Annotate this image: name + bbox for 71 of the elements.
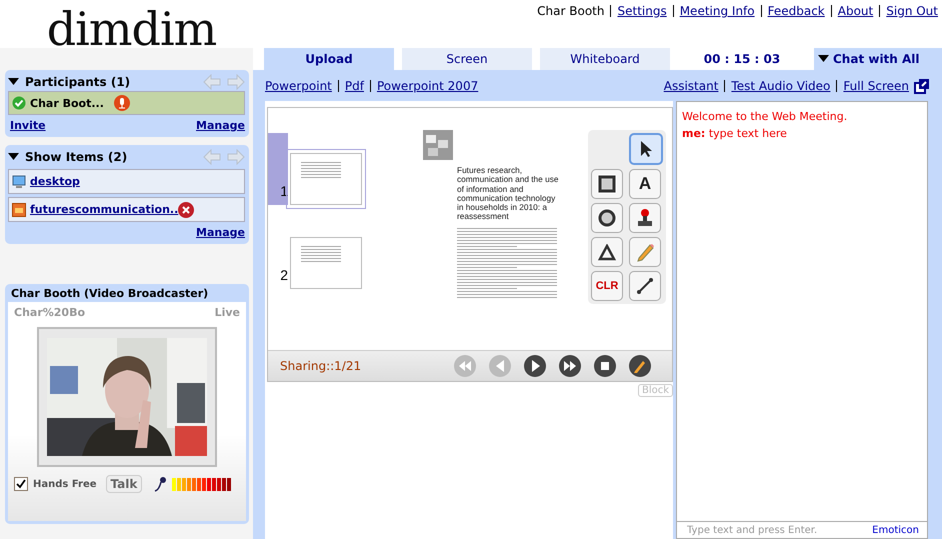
panel-title: Participants (1) xyxy=(25,75,132,89)
header-link[interactable]: Meeting Info xyxy=(680,4,755,18)
slide-thumbnail[interactable]: 2 xyxy=(268,217,418,289)
header-link[interactable]: Feedback xyxy=(768,4,825,18)
pencil-icon[interactable] xyxy=(629,355,651,377)
pencil-icon xyxy=(635,242,655,262)
fast-forward-icon[interactable] xyxy=(559,355,581,377)
triangle-icon xyxy=(598,244,616,260)
select-tool-button[interactable] xyxy=(629,133,663,165)
video-name: Char%20Bo xyxy=(14,306,86,319)
hands-free-checkbox[interactable] xyxy=(14,477,28,491)
collapse-icon[interactable] xyxy=(8,78,19,86)
circle-icon xyxy=(598,209,616,227)
volume-meter-icon xyxy=(172,478,232,490)
play-icon[interactable] xyxy=(524,355,546,377)
microphone-icon xyxy=(153,476,168,492)
stop-icon[interactable] xyxy=(594,355,616,377)
tool-link[interactable]: Test Audio Video xyxy=(731,79,830,93)
tool-link[interactable]: Full Screen xyxy=(843,79,909,93)
logo: dimdim xyxy=(46,1,216,58)
close-icon[interactable] xyxy=(178,202,194,218)
emoticon-link[interactable]: Emoticon xyxy=(872,524,919,536)
chat-message: Welcome to the Web Meeting. xyxy=(682,109,848,125)
panel-title: Show Items (2) xyxy=(25,150,128,164)
show-item[interactable]: desktop xyxy=(8,169,245,194)
invite-link[interactable]: Invite xyxy=(10,119,46,132)
upload-link[interactable]: Powerpoint 2007 xyxy=(376,79,478,93)
manage-link[interactable]: Manage xyxy=(196,119,245,132)
tool-link[interactable]: Assistant xyxy=(664,79,718,93)
tab[interactable]: Screen xyxy=(402,48,532,70)
full-screen-icon[interactable] xyxy=(914,78,930,94)
square-icon xyxy=(598,175,616,193)
header-link[interactable]: Sign Out xyxy=(886,4,938,18)
dropdown-icon xyxy=(818,55,829,63)
sharing-status: Sharing::1/21 xyxy=(280,359,362,373)
triangle-tool-button[interactable] xyxy=(591,237,623,267)
talk-button[interactable]: Talk xyxy=(106,475,142,493)
upload-link[interactable]: Pdf xyxy=(344,79,364,93)
header-link[interactable]: About xyxy=(838,4,874,18)
circle-tool-button[interactable] xyxy=(591,203,623,233)
stamp-tool-button[interactable] xyxy=(629,203,661,233)
slide-title: Futures research, communication and the use of information and communication technology in households in 2010: a reassessment xyxy=(457,166,560,222)
line-icon xyxy=(636,277,654,295)
clear-tool-button[interactable]: CLR xyxy=(591,271,623,301)
tab[interactable]: Upload xyxy=(264,48,394,70)
header-link[interactable]: Settings xyxy=(617,4,667,18)
text-tool-button[interactable]: A xyxy=(629,169,661,199)
microphone-icon[interactable] xyxy=(114,95,130,111)
hands-free-label: Hands Free xyxy=(33,478,97,490)
user-name: Char Booth xyxy=(537,4,604,18)
rectangle-tool-button[interactable] xyxy=(591,169,623,199)
manage-link[interactable]: Manage xyxy=(196,226,245,239)
upload-link[interactable]: Powerpoint xyxy=(265,79,332,93)
tab[interactable]: Whiteboard xyxy=(540,48,670,70)
meeting-timer: 00 : 15 : 03 xyxy=(702,52,782,66)
line-tool-button[interactable] xyxy=(629,271,661,301)
monitor-icon xyxy=(12,174,26,188)
item-link[interactable]: futurescommunication.. xyxy=(30,203,178,216)
stamp-icon xyxy=(636,208,654,228)
chat-input[interactable]: Type text and press Enter. xyxy=(687,524,872,536)
participant-item[interactable]: Char Boot... xyxy=(8,91,245,115)
live-status: Live xyxy=(214,306,240,319)
panel-title: Char Booth (Video Broadcaster) xyxy=(10,287,210,302)
show-item[interactable]: futurescommunication.. xyxy=(8,197,245,222)
pointer-icon xyxy=(639,140,653,158)
chat-tab[interactable]: Chat with All xyxy=(814,48,942,70)
collapse-icon[interactable] xyxy=(8,153,19,161)
check-icon xyxy=(12,96,26,110)
chat-message: me: type text here xyxy=(682,126,788,142)
slide-icon xyxy=(12,202,26,216)
item-link[interactable]: desktop xyxy=(30,175,80,188)
